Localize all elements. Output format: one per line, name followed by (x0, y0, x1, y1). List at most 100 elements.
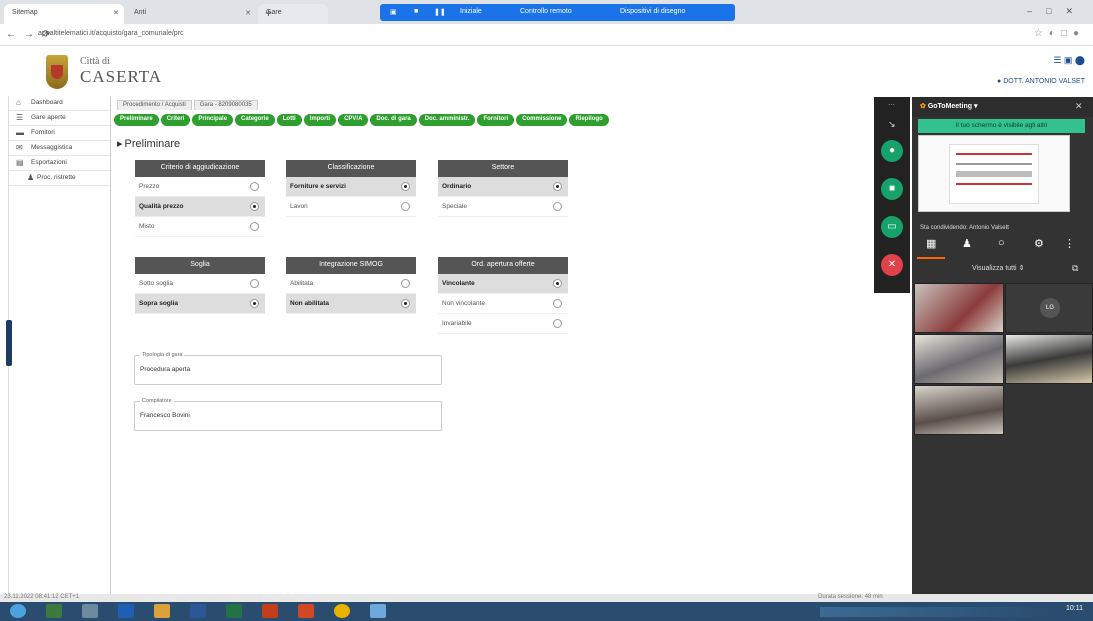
radio-button-selected[interactable] (553, 279, 562, 288)
step-lotti[interactable]: Lotti (276, 114, 302, 126)
browser-tab-sitemap[interactable]: Sitemap ✕ (4, 4, 124, 24)
view-all-dropdown[interactable]: Visualizza tutti ⇕ (972, 264, 1024, 272)
menu-item-messaggistica[interactable]: ✉ Messaggistica (9, 141, 110, 156)
participant-video[interactable] (914, 283, 1004, 333)
option-forniture-servizi[interactable]: Forniture e servizi (286, 177, 416, 197)
radio-button[interactable] (401, 202, 410, 211)
step-doc-gara[interactable]: Doc. di gara (370, 114, 417, 126)
step-fornitori[interactable]: Fornitori (477, 114, 515, 126)
option-sopra-soglia[interactable]: Sopra soglia (135, 294, 265, 314)
menu-item-esportazioni[interactable]: ▤ Esportazioni (9, 156, 110, 171)
leave-call-icon[interactable]: ✕ (881, 254, 903, 276)
menu-item-gare-aperte[interactable]: ☰ Gare aperte (9, 111, 110, 126)
radio-button-selected[interactable] (250, 202, 259, 211)
powerpoint-icon[interactable] (262, 604, 278, 618)
collapse-icon[interactable]: ↘ (888, 119, 896, 130)
participant-video[interactable] (914, 385, 1004, 435)
step-preliminare[interactable]: Preliminare (114, 114, 159, 126)
share-button-1[interactable]: Controllo remoto (520, 8, 572, 15)
share-button-2[interactable]: Dispositivi di disegno (620, 8, 685, 15)
step-doc-amministr[interactable]: Doc. amministr. (418, 114, 476, 126)
participant-video[interactable] (1005, 334, 1093, 384)
step-commissione[interactable]: Commissione (516, 114, 568, 126)
menu-item-dashboard[interactable]: ⌂ Dashboard (9, 96, 110, 111)
radio-button[interactable] (553, 319, 562, 328)
popout-icon[interactable]: ⧉ (1072, 263, 1078, 274)
taskbar-app-icon[interactable] (370, 604, 386, 618)
taskbar-app-icon[interactable] (82, 604, 98, 618)
word-icon[interactable] (190, 604, 206, 618)
step-criteri[interactable]: Criteri (160, 114, 191, 126)
settings-icon[interactable]: ⚙ (1034, 237, 1044, 250)
close-icon[interactable]: ✕ (113, 9, 119, 17)
option-speciale[interactable]: Speciale (438, 197, 568, 217)
camera-icon[interactable]: ■ (881, 178, 903, 200)
grip-icon[interactable]: ⋯ (888, 101, 895, 109)
option-abilitata[interactable]: Abilitata (286, 274, 416, 294)
meeting-title[interactable]: ✿ GoToMeeting ▾ (920, 102, 977, 110)
radio-button[interactable] (250, 182, 259, 191)
radio-button-selected[interactable] (401, 182, 410, 191)
close-icon[interactable]: ✕ (245, 9, 251, 17)
side-panel-handle[interactable] (6, 320, 12, 366)
option-misto[interactable]: Misto (135, 217, 265, 237)
participants-icon[interactable]: ♟ (962, 237, 972, 250)
screen-share-icon[interactable]: ▭ (881, 216, 903, 238)
pin-icon[interactable]: ▣ (390, 8, 397, 16)
taskbar-app-icon[interactable] (118, 604, 134, 618)
start-icon[interactable] (10, 604, 26, 618)
folder-icon[interactable] (154, 604, 170, 618)
close-icon[interactable]: ✕ (1075, 101, 1083, 112)
stop-icon[interactable]: ■ (414, 8, 418, 15)
breadcrumb-item-0[interactable]: Procedimento / Acquisti (117, 100, 192, 110)
step-categorie[interactable]: Categorie (235, 114, 275, 126)
tipologia-gara-field[interactable]: Tipologia di gara Procedura aperta (134, 352, 442, 385)
grid-view-icon[interactable]: ▦ (926, 237, 936, 250)
extension-icons[interactable]: ☆◐□● (1034, 28, 1085, 39)
menu-item-proc-ristrette[interactable]: ♟ Proc. ristrette (9, 171, 110, 186)
option-lavori[interactable]: Lavori (286, 197, 416, 217)
chat-icon[interactable]: ○ (998, 237, 1005, 249)
microphone-icon[interactable]: ● (881, 140, 903, 162)
radio-button-selected[interactable] (553, 182, 562, 191)
pause-icon[interactable]: ❚❚ (434, 8, 446, 16)
share-button-0[interactable]: Iniziale (460, 8, 482, 15)
url-text[interactable]: appaltitelematici.it/acquisto/gara_comun… (38, 30, 184, 37)
system-tray[interactable] (820, 607, 1050, 617)
radio-button-selected[interactable] (250, 299, 259, 308)
radio-button[interactable] (553, 299, 562, 308)
new-tab-icon[interactable]: + (265, 6, 272, 20)
browser-tab-anti[interactable]: Anti ✕ (126, 4, 256, 24)
taskbar-app-icon[interactable] (298, 604, 314, 618)
radio-button[interactable] (250, 222, 259, 231)
option-sotto-soglia[interactable]: Sotto soglia (135, 274, 265, 294)
radio-button-selected[interactable] (401, 299, 410, 308)
participant-tile[interactable]: LG (1005, 283, 1093, 333)
step-riepilogo[interactable]: Riepilogo (569, 114, 609, 126)
step-cpv[interactable]: CPV/A (338, 114, 369, 126)
clock[interactable]: 10:11 (1066, 605, 1083, 612)
window-controls[interactable]: –□✕ (1027, 6, 1087, 17)
compilatore-field[interactable]: Compilatore Francesco Bovini (134, 398, 442, 431)
radio-button[interactable] (553, 202, 562, 211)
option-vincolante[interactable]: Vincolante (438, 274, 568, 294)
option-non-vincolante[interactable]: Non vincolante (438, 294, 568, 314)
taskbar-app-icon[interactable] (46, 604, 62, 618)
radio-button[interactable] (250, 279, 259, 288)
option-qualita-prezzo[interactable]: Qualità prezzo (135, 197, 265, 217)
option-non-abilitata[interactable]: Non abilitata (286, 294, 416, 314)
option-prezzo[interactable]: Prezzo (135, 177, 265, 197)
participant-video[interactable] (914, 334, 1004, 384)
user-name[interactable]: ● DOTT. ANTONIO VALSET (997, 78, 1085, 85)
header-icons[interactable]: ☰ ▣ ⬤ (1053, 55, 1085, 66)
step-importi[interactable]: Importi (303, 114, 337, 126)
option-invariabile[interactable]: Invariabile (438, 314, 568, 334)
excel-icon[interactable] (226, 604, 242, 618)
breadcrumb-item-1[interactable]: Gara - 8209080035 (193, 100, 258, 110)
more-icon[interactable]: ⋮ (1064, 237, 1075, 250)
radio-button[interactable] (401, 279, 410, 288)
option-ordinario[interactable]: Ordinario (438, 177, 568, 197)
menu-item-fornitori[interactable]: ▬ Fornitori (9, 126, 110, 141)
step-principale[interactable]: Principale (192, 114, 234, 126)
chrome-icon[interactable] (334, 604, 350, 618)
